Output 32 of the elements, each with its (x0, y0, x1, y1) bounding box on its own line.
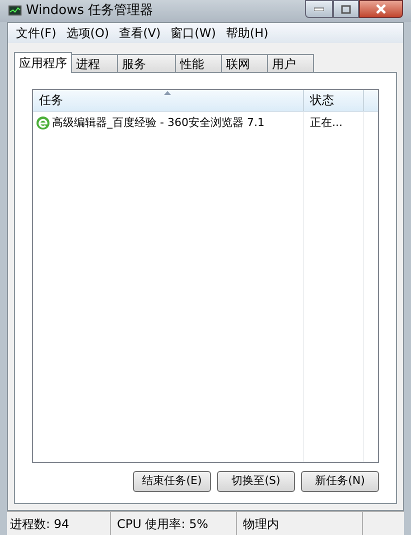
task-name[interactable]: 高级编辑器_百度经验 - 360安全浏览器 7.1 (52, 114, 264, 132)
monitor-icon (8, 5, 22, 17)
minimize-icon (314, 7, 324, 11)
tab[interactable]: 服务 (118, 54, 176, 72)
column-header[interactable]: 状态 (304, 90, 364, 111)
minimize-button[interactable] (305, 0, 333, 18)
browser-icon (36, 116, 50, 130)
sort-icon (164, 91, 171, 95)
close-button[interactable] (359, 0, 403, 18)
menu-item[interactable]: 选项(O) (62, 24, 114, 42)
window-title: Windows 任务管理器 (26, 2, 154, 20)
menu-item[interactable]: 窗口(W) (166, 24, 220, 42)
status-text: CPU 使用率: 5% (117, 516, 208, 532)
action-button[interactable]: 新任务(N) (301, 471, 379, 492)
maximize-button[interactable] (333, 0, 359, 18)
column-title: 任务 (39, 92, 63, 109)
task-status: 正在... (310, 114, 342, 131)
status-text: 进程数: 94 (10, 516, 70, 532)
tab[interactable]: 进程 (72, 54, 118, 72)
column-header[interactable]: 任务 (33, 90, 304, 111)
maximize-icon (341, 4, 351, 14)
close-icon (376, 4, 386, 14)
menu-item[interactable]: 文件(F) (12, 24, 60, 42)
menu-item[interactable]: 查看(V) (115, 24, 165, 42)
tab[interactable]: 联网 (222, 54, 268, 72)
tab[interactable]: 性能 (176, 54, 222, 72)
tab[interactable]: 用户 (268, 54, 314, 72)
menu-item[interactable]: 帮助(H) (222, 24, 272, 42)
status-text: 物理内 (243, 516, 279, 532)
action-button[interactable]: 切换至(S) (217, 471, 295, 492)
action-button[interactable]: 结束任务(E) (133, 471, 211, 492)
tab[interactable]: 应用程序 (14, 52, 72, 73)
